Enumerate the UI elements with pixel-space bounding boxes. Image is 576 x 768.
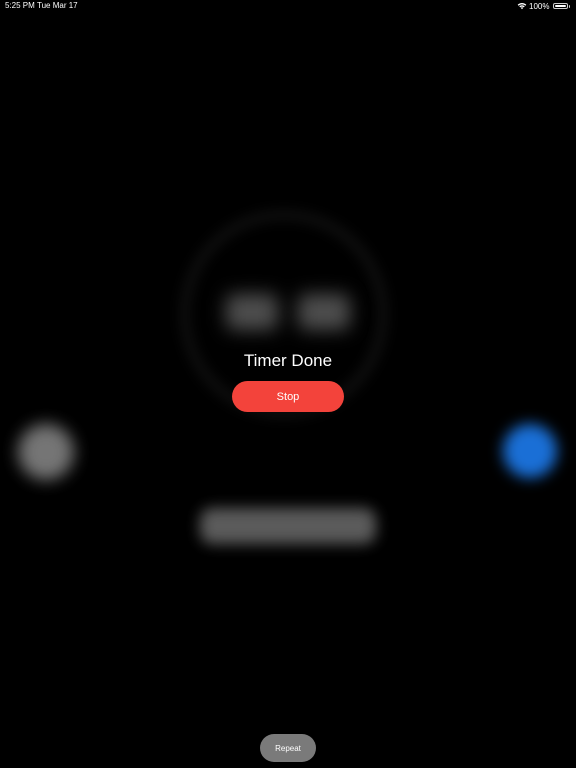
battery-level-fill xyxy=(554,5,566,7)
wifi-icon xyxy=(517,2,527,10)
status-date: Tue Mar 17 xyxy=(37,1,78,10)
blurred-timer-countdown xyxy=(226,294,350,330)
blurred-cancel-button xyxy=(18,424,74,480)
repeat-button[interactable]: Repeat xyxy=(260,734,316,762)
status-time: 5:25 PM xyxy=(5,1,35,10)
battery-percentage: 100% xyxy=(529,1,550,11)
status-bar: 5:25 PM Tue Mar 17 100% xyxy=(0,0,576,12)
battery-icon xyxy=(552,3,568,9)
status-indicators: 100% xyxy=(517,1,570,11)
stop-button[interactable]: Stop xyxy=(232,381,344,412)
battery-nub xyxy=(568,4,570,8)
blurred-pause-button xyxy=(503,424,557,478)
blurred-sound-selector xyxy=(200,508,376,544)
alert-title: Timer Done xyxy=(243,351,333,370)
